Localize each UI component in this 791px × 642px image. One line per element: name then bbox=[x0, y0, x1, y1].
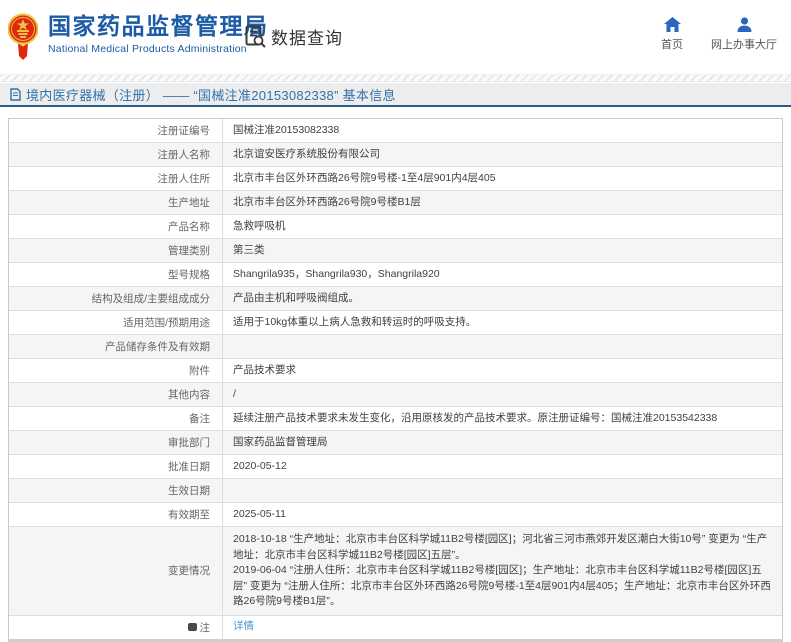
row-label: 产品名称 bbox=[9, 215, 223, 238]
table-row: 生产地址北京市丰台区外环西路26号院9号楼B1层 bbox=[9, 190, 782, 214]
user-icon bbox=[737, 17, 752, 32]
breadcrumb: 境内医疗器械（注册） —— “国械注准20153082338” 基本信息 bbox=[0, 83, 791, 107]
table-row: 型号规格Shangrila935，Shangrila930，Shangrila9… bbox=[9, 262, 782, 286]
breadcrumb-text: 境内医疗器械（注册） —— “国械注准20153082338” 基本信息 bbox=[26, 85, 396, 104]
row-label: 产品储存条件及有效期 bbox=[9, 335, 223, 358]
row-label: 变更情况 bbox=[9, 527, 223, 615]
row-label: 注册人住所 bbox=[9, 167, 223, 190]
table-row: 产品名称急救呼吸机 bbox=[9, 214, 782, 238]
table-row: 审批部门国家药品监督管理局 bbox=[9, 430, 782, 454]
table-row: 注详情 bbox=[9, 615, 782, 639]
agency-name-cn: 国家药品监督管理局 bbox=[48, 13, 269, 39]
table-row: 注册证编号国械注准20153082338 bbox=[9, 119, 782, 142]
nav-home[interactable]: 首页 bbox=[661, 17, 683, 52]
table-row: 附件产品技术要求 bbox=[9, 358, 782, 382]
info-table: 注册证编号国械注准20153082338注册人名称北京谊安医疗系统股份有限公司注… bbox=[8, 118, 783, 642]
table-row: 备注延续注册产品技术要求未发生变化，沿用原核发的产品技术要求。原注册证编号：国械… bbox=[9, 406, 782, 430]
home-icon bbox=[664, 17, 681, 32]
data-query-link[interactable]: 数据查询 bbox=[245, 24, 343, 49]
row-value: 产品由主机和呼吸阀组成。 bbox=[223, 288, 782, 310]
agency-name-en: National Medical Products Administration bbox=[48, 43, 269, 55]
row-label: 适用范围/预期用途 bbox=[9, 311, 223, 334]
row-label: 生效日期 bbox=[9, 479, 223, 502]
table-row: 批准日期2020-05-12 bbox=[9, 454, 782, 478]
row-label: 附件 bbox=[9, 359, 223, 382]
row-value: Shangrila935，Shangrila930，Shangrila920 bbox=[223, 264, 782, 286]
row-label: 注册人名称 bbox=[9, 143, 223, 166]
table-row: 结构及组成/主要组成成分产品由主机和呼吸阀组成。 bbox=[9, 286, 782, 310]
table-row: 注册人名称北京谊安医疗系统股份有限公司 bbox=[9, 142, 782, 166]
row-label: 其他内容 bbox=[9, 383, 223, 406]
data-query-label: 数据查询 bbox=[271, 24, 343, 49]
row-label: 注册证编号 bbox=[9, 119, 223, 142]
table-row: 注册人住所北京市丰台区外环西路26号院9号楼-1至4层901内4层405 bbox=[9, 166, 782, 190]
row-value: 延续注册产品技术要求未发生变化，沿用原核发的产品技术要求。原注册证编号：国械注准… bbox=[223, 408, 782, 430]
row-value: 国械注准20153082338 bbox=[223, 120, 782, 142]
table-row: 变更情况2018-10-18 “生产地址：北京市丰台区科学城11B2号楼[园区]… bbox=[9, 526, 782, 615]
row-value: 2020-05-12 bbox=[223, 456, 782, 478]
row-label: 批准日期 bbox=[9, 455, 223, 478]
document-icon bbox=[10, 88, 21, 101]
row-value: 2018-10-18 “生产地址：北京市丰台区科学城11B2号楼[园区]；河北省… bbox=[223, 527, 782, 615]
row-value: 北京谊安医疗系统股份有限公司 bbox=[223, 144, 782, 166]
row-label: 有效期至 bbox=[9, 503, 223, 526]
national-emblem-logo bbox=[8, 12, 38, 62]
row-label: 管理类别 bbox=[9, 239, 223, 262]
row-value: 2025-05-11 bbox=[223, 504, 782, 526]
table-row: 适用范围/预期用途适用于10kg体重以上病人急救和转运时的呼吸支持。 bbox=[9, 310, 782, 334]
row-value: / bbox=[223, 384, 782, 406]
row-value: 详情 bbox=[223, 616, 782, 638]
table-row: 有效期至2025-05-11 bbox=[9, 502, 782, 526]
table-row: 生效日期 bbox=[9, 478, 782, 502]
agency-title-block: 国家药品监督管理局 National Medical Products Admi… bbox=[48, 13, 269, 55]
row-value: 适用于10kg体重以上病人急救和转运时的呼吸支持。 bbox=[223, 312, 782, 334]
row-value: 北京市丰台区外环西路26号院9号楼-1至4层901内4层405 bbox=[223, 168, 782, 190]
row-label: 注 bbox=[9, 616, 223, 639]
row-label: 结构及组成/主要组成成分 bbox=[9, 287, 223, 310]
row-value: 国家药品监督管理局 bbox=[223, 432, 782, 454]
table-row: 产品储存条件及有效期 bbox=[9, 334, 782, 358]
row-value: 产品技术要求 bbox=[223, 360, 782, 382]
row-label: 生产地址 bbox=[9, 191, 223, 214]
row-label: 型号规格 bbox=[9, 263, 223, 286]
row-value: 第三类 bbox=[223, 240, 782, 262]
table-row: 管理类别第三类 bbox=[9, 238, 782, 262]
row-label: 审批部门 bbox=[9, 431, 223, 454]
nav-service-hall-label: 网上办事大厅 bbox=[711, 36, 777, 52]
row-value: 北京市丰台区外环西路26号院9号楼B1层 bbox=[223, 192, 782, 214]
detail-link[interactable]: 详情 bbox=[233, 620, 254, 632]
row-label: 备注 bbox=[9, 407, 223, 430]
data-query-icon bbox=[245, 25, 266, 48]
row-value bbox=[223, 488, 782, 494]
stripe-divider bbox=[0, 74, 791, 82]
table-row: 其他内容/ bbox=[9, 382, 782, 406]
top-nav: 首页 网上办事大厅 bbox=[661, 17, 777, 52]
header: 国家药品监督管理局 National Medical Products Admi… bbox=[0, 0, 791, 74]
nav-home-label: 首页 bbox=[661, 36, 683, 52]
row-value: 急救呼吸机 bbox=[223, 216, 782, 238]
row-value bbox=[223, 344, 782, 350]
nav-service-hall[interactable]: 网上办事大厅 bbox=[711, 17, 777, 52]
note-icon bbox=[188, 623, 197, 631]
